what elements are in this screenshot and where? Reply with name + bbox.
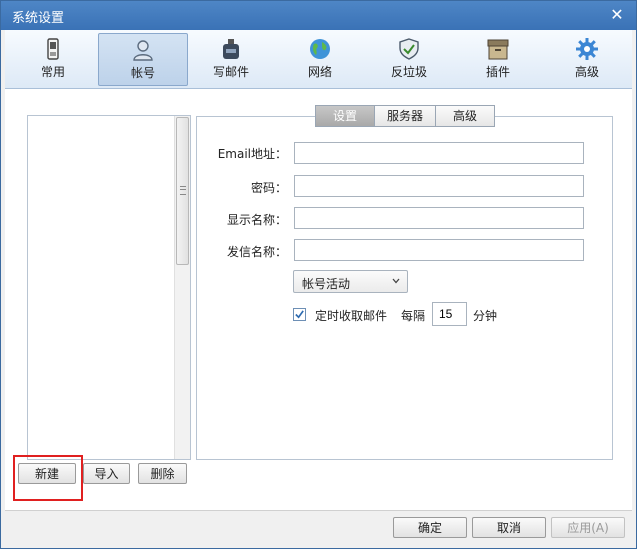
tab-server[interactable]: 服务器 xyxy=(374,105,436,127)
display-name-field[interactable] xyxy=(294,207,584,229)
import-account-button[interactable]: 导入 xyxy=(83,463,130,484)
account-status-value: 帐号活动 xyxy=(302,277,351,291)
account-list-scrollbar[interactable] xyxy=(174,116,190,459)
box-icon xyxy=(487,39,509,60)
email-label: Email地址： xyxy=(217,147,287,161)
account-list[interactable] xyxy=(27,115,191,460)
scrollbar-grip-icon xyxy=(180,186,186,195)
delete-account-button[interactable]: 删除 xyxy=(138,463,187,484)
sender-name-field[interactable] xyxy=(294,239,584,261)
toolbar-label: 常用 xyxy=(40,65,65,79)
title-bar: 系统设置 ✕ xyxy=(1,1,636,30)
cancel-button[interactable]: 取消 xyxy=(472,517,546,538)
interval-minutes-input[interactable] xyxy=(432,302,467,326)
tab-advanced[interactable]: 高级 xyxy=(435,105,495,127)
sender-name-label: 发信名称： xyxy=(226,245,287,259)
new-account-button[interactable]: 新建 xyxy=(18,463,76,484)
toolbar-label: 高级 xyxy=(574,65,599,79)
scrollbar-thumb[interactable] xyxy=(176,117,189,265)
password-label: 密码： xyxy=(250,181,287,195)
close-icon[interactable]: ✕ xyxy=(607,5,627,25)
toolbar-item-network[interactable]: 网络 xyxy=(276,33,364,84)
checkmark-icon xyxy=(295,310,304,319)
phone-icon xyxy=(47,38,59,60)
email-field[interactable] xyxy=(294,142,584,164)
toolbar-label: 网络 xyxy=(307,65,332,79)
toolbar-item-advanced[interactable]: 高级 xyxy=(543,33,631,84)
auto-check-checkbox[interactable] xyxy=(293,308,306,321)
window-title: 系统设置 xyxy=(12,11,65,26)
account-status-select[interactable]: 帐号活动 xyxy=(293,270,408,293)
ok-button[interactable]: 确定 xyxy=(393,517,467,538)
gear-icon xyxy=(576,38,598,60)
account-settings-content: 新建 导入 删除 设置 服务器 高级 Email地址： 密码： 显示名称： 发信… xyxy=(5,89,632,510)
toolbar-item-general[interactable]: 常用 xyxy=(9,33,97,84)
toolbar-label: 写邮件 xyxy=(212,65,249,79)
dialog-footer: 确定 取消 应用(A) xyxy=(5,510,632,545)
chevron-down-icon xyxy=(392,278,400,284)
toolbar-label: 反垃圾 xyxy=(390,65,427,79)
detail-tabs: 设置 服务器 高级 xyxy=(315,105,495,127)
auto-check-label: 定时收取邮件 xyxy=(315,309,388,323)
toolbar-item-antispam[interactable]: 反垃圾 xyxy=(365,33,453,84)
toolbar-item-account[interactable]: 帐号 xyxy=(98,33,188,86)
category-toolbar: 常用 帐号 写邮件 网络 反垃圾 插件 高级 xyxy=(5,30,632,89)
toolbar-label: 帐号 xyxy=(130,66,155,80)
tab-settings[interactable]: 设置 xyxy=(315,105,375,127)
toolbar-label: 插件 xyxy=(485,65,510,79)
toolbar-item-plugins[interactable]: 插件 xyxy=(454,33,542,84)
globe-icon xyxy=(310,39,330,59)
interval-prefix-label: 每隔 xyxy=(401,309,426,323)
display-name-label: 显示名称： xyxy=(226,213,287,227)
password-field[interactable] xyxy=(294,175,584,197)
apply-button[interactable]: 应用(A) xyxy=(551,517,625,538)
settings-window: 系统设置 ✕ 常用 帐号 写邮件 网络 反垃圾 插件 高级 新建 导入 删除 设… xyxy=(0,0,637,549)
shield-icon xyxy=(399,38,419,60)
interval-unit-label: 分钟 xyxy=(473,309,498,323)
toolbar-item-compose[interactable]: 写邮件 xyxy=(187,33,275,84)
ink-bottle-icon xyxy=(223,39,239,59)
user-icon xyxy=(133,40,153,61)
